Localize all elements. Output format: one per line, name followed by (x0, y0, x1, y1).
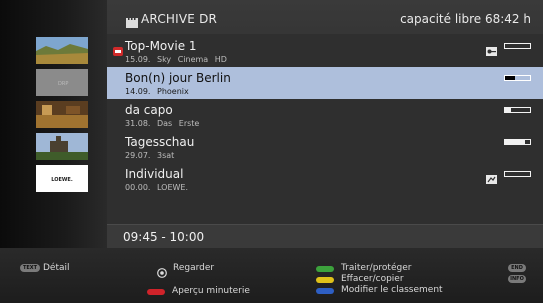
progress-fill (505, 76, 515, 80)
recording-title: Tagesschau (125, 135, 195, 149)
recording-subtitle: 31.08. Das Erste (125, 119, 200, 128)
header-bar: ARCHIVE DR capacité libre 68:42 h (107, 0, 543, 34)
recording-subtitle: 29.07. 3sat (125, 151, 175, 160)
progress-bar (504, 171, 531, 177)
recording-title: Top-Movie 1 (125, 39, 197, 53)
progress-bar (504, 139, 531, 145)
progress-fill (505, 140, 525, 144)
sort-label[interactable]: Modifier le classement (341, 285, 443, 295)
red-key-icon (147, 289, 165, 295)
free-capacity: capacité libre 68:42 h (400, 12, 531, 26)
recording-subtitle: 00.00. LOEWE. (125, 183, 189, 192)
broadcast-thumbnail: DRP (36, 69, 88, 96)
screen: DRP LOEWE. ARCHIVE DR capacité libre 68:… (0, 0, 543, 303)
button-legend: TEXT Détail Regarder Aperçu minuterie Tr… (0, 248, 543, 303)
progress-fill (505, 108, 512, 112)
time-range-panel: 09:45 - 10:00 (107, 224, 543, 248)
landscape-thumbnail (36, 37, 88, 64)
recording-row[interactable]: Top-Movie 1 15.09. Sky Cinema HD (107, 35, 543, 67)
svg-text:DRP: DRP (58, 81, 68, 87)
text-key-icon: TEXT (20, 264, 40, 272)
lock-icon (113, 41, 123, 56)
delete-copy-label[interactable]: Effacer/copier (341, 274, 404, 284)
logo-thumbnail: LOEWE. (36, 165, 88, 192)
end-key-icon[interactable]: END (508, 264, 526, 272)
recording-subtitle: 14.09. Phoenix (125, 87, 189, 96)
recording-row[interactable]: Tagesschau 29.07. 3sat (107, 131, 543, 163)
recording-row[interactable]: Individual 00.00. LOEWE. (107, 163, 543, 195)
recording-title: Bon(n) jour Berlin (125, 71, 231, 85)
recording-title: da capo (125, 103, 173, 117)
progress-bar (504, 43, 531, 49)
archive-film-icon (126, 13, 138, 32)
edit-protect-label[interactable]: Traiter/protéger (341, 263, 411, 273)
stage-thumbnail (36, 101, 88, 128)
castle-thumbnail (36, 133, 88, 160)
recordings-list: Top-Movie 1 15.09. Sky Cinema HD Bon(n) … (107, 34, 543, 224)
yellow-key-icon (316, 277, 334, 283)
detail-label[interactable]: Détail (43, 263, 70, 273)
info-key-icon[interactable]: INFO (508, 275, 526, 283)
recording-subtitle: 15.09. Sky Cinema HD (125, 55, 227, 64)
ok-key-icon (157, 263, 167, 282)
green-key-icon (316, 266, 334, 272)
thumbnail-column: DRP LOEWE. (0, 0, 107, 248)
progress-bar (504, 107, 531, 113)
progress-bar (504, 75, 531, 81)
svg-text:LOEWE.: LOEWE. (51, 177, 73, 183)
manual-record-icon (486, 169, 497, 184)
blue-key-icon (316, 288, 334, 294)
recording-title: Individual (125, 167, 184, 181)
page-title: ARCHIVE DR (141, 12, 218, 26)
time-range: 09:45 - 10:00 (123, 230, 205, 244)
recording-row[interactable]: Bon(n) jour Berlin 14.09. Phoenix (107, 67, 543, 99)
recording-row[interactable]: da capo 31.08. Das Erste (107, 99, 543, 131)
timer-preview-label[interactable]: Aperçu minuterie (172, 286, 250, 296)
watch-label[interactable]: Regarder (173, 263, 214, 273)
key-protect-icon (486, 41, 497, 56)
